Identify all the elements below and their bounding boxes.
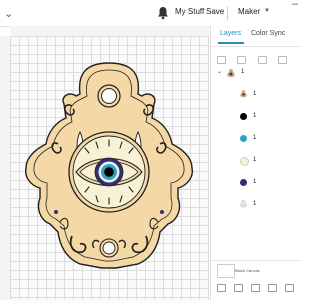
slice-icon <box>216 284 226 292</box>
duplicate-icon[interactable] <box>257 56 267 64</box>
hamsa-design[interactable] <box>10 36 209 300</box>
flatten-icon <box>267 284 277 292</box>
contour-icon <box>284 284 294 292</box>
contour-tool[interactable] <box>281 284 297 292</box>
layer-label: 1 <box>253 91 257 97</box>
pupil <box>104 167 114 177</box>
top-bar: ⌄ My Stuff Save Maker ▼ ▪▪▪ <box>0 0 300 27</box>
combine-tool[interactable] <box>230 284 246 292</box>
chevron-down-icon[interactable]: ⌄ <box>4 7 13 20</box>
color-swatch <box>240 135 247 142</box>
divider <box>227 6 228 20</box>
flatten-tool[interactable] <box>264 284 280 292</box>
layer-row[interactable]: 1 <box>211 198 301 212</box>
bell-icon[interactable] <box>157 6 169 20</box>
tab-layers[interactable]: Layers <box>220 30 241 37</box>
layers-panel: Layers Color Sync ⌄ 1 1 1 1 1 1 1 Blank … <box>210 26 301 300</box>
layer-label: 1 <box>253 113 257 119</box>
ungroup-icon[interactable] <box>237 56 247 64</box>
divider <box>211 260 301 261</box>
chevron-down-icon[interactable]: ▼ <box>264 8 270 14</box>
layer-group[interactable]: ⌄ 1 <box>211 66 301 80</box>
my-stuff-link[interactable]: My Stuff <box>175 7 204 16</box>
hamsa-icon <box>240 90 247 98</box>
layer-row[interactable]: 1 <box>211 176 301 190</box>
attach-icon <box>250 284 260 292</box>
bottom-toolbar <box>213 284 301 298</box>
layer-row[interactable]: 1 <box>211 110 301 124</box>
layer-row[interactable]: 1 <box>211 132 301 146</box>
layer-label: 1 <box>253 135 257 141</box>
delete-icon[interactable] <box>278 56 288 64</box>
attach-tool[interactable] <box>247 284 263 292</box>
window-controls-icon[interactable]: ▪▪▪ <box>292 2 298 8</box>
blank-canvas-thumbnail[interactable] <box>217 264 235 278</box>
group-icon[interactable] <box>217 56 226 64</box>
slice-tool[interactable] <box>213 284 229 292</box>
save-button[interactable]: Save <box>206 7 224 16</box>
layer-label: 1 <box>253 201 257 207</box>
divider <box>211 46 301 47</box>
hamsa-outline-icon <box>240 200 247 208</box>
layer-group-label: 1 <box>241 69 245 75</box>
color-swatch <box>240 179 247 186</box>
layer-row[interactable]: 1 <box>211 154 301 168</box>
layer-label: 1 <box>253 157 257 163</box>
layer-row[interactable]: 1 <box>211 88 301 102</box>
blank-canvas-label: Blank Canvas <box>235 268 260 273</box>
hamsa-icon <box>227 69 235 77</box>
color-swatch <box>240 157 249 166</box>
chevron-down-icon[interactable]: ⌄ <box>217 68 222 75</box>
layer-tools <box>217 51 297 64</box>
layer-label: 1 <box>253 179 257 185</box>
machine-select[interactable]: Maker <box>238 7 260 16</box>
design-canvas[interactable] <box>10 36 209 300</box>
active-tab-indicator <box>218 42 244 44</box>
color-swatch <box>240 113 247 120</box>
combine-icon <box>233 284 243 292</box>
tab-color-sync[interactable]: Color Sync <box>251 30 285 37</box>
